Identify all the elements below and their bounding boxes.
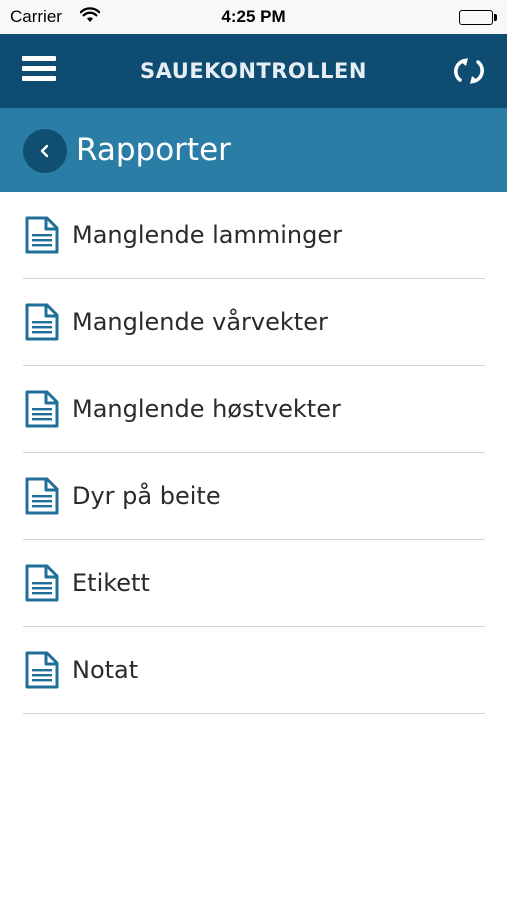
report-item-etikett[interactable]: Etikett (0, 540, 507, 627)
sync-icon[interactable] (451, 53, 487, 89)
app-title: SAUEKONTROLLEN (140, 59, 367, 83)
status-bar: Carrier 4:25 PM (0, 0, 507, 34)
document-icon (24, 389, 60, 429)
report-item-label: Etikett (72, 569, 150, 597)
battery-icon (459, 10, 497, 25)
document-icon (24, 476, 60, 516)
navigation-bar: SAUEKONTROLLEN (0, 34, 507, 108)
report-item-label: Dyr på beite (72, 482, 221, 510)
report-item-manglende-varvekter[interactable]: Manglende vårvekter (0, 279, 507, 366)
document-icon (24, 650, 60, 690)
report-item-manglende-lamminger[interactable]: Manglende lamminger (0, 192, 507, 279)
document-icon (24, 215, 60, 255)
report-list: Manglende lamminger Manglende vårvekter … (0, 192, 507, 714)
report-item-label: Notat (72, 656, 139, 684)
chevron-left-icon (40, 144, 49, 158)
report-item-label: Manglende vårvekter (72, 308, 328, 336)
report-item-manglende-hostvekter[interactable]: Manglende høstvekter (0, 366, 507, 453)
document-icon (24, 563, 60, 603)
document-icon (24, 302, 60, 342)
report-item-dyr-pa-beite[interactable]: Dyr på beite (0, 453, 507, 540)
page-title: Rapporter (76, 132, 231, 168)
section-header: Rapporter (0, 108, 507, 192)
clock: 4:25 PM (221, 7, 286, 26)
back-button[interactable] (23, 129, 67, 173)
report-item-label: Manglende høstvekter (72, 395, 341, 423)
divider (23, 713, 485, 714)
app-screen: Carrier 4:25 PM SAUEKONTROLLEN Rapporter… (0, 0, 507, 900)
report-item-label: Manglende lamminger (72, 221, 343, 249)
report-item-notat[interactable]: Notat (0, 627, 507, 714)
